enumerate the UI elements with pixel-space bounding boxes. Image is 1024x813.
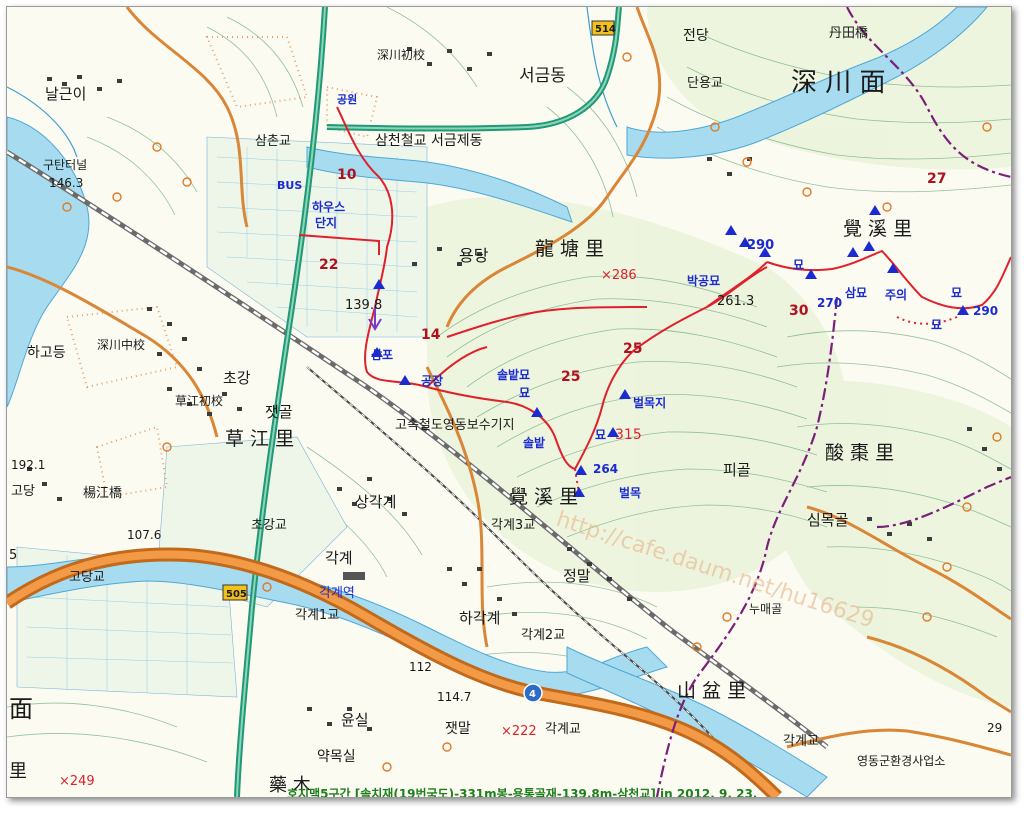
shield-4-label: 4 [529, 689, 536, 700]
height-label: ×222 [501, 724, 537, 739]
place-label: 酸 棗 里 [825, 442, 894, 464]
place-label: 각계3교 [491, 518, 535, 533]
place-label: 龍 塘 里 [535, 238, 604, 260]
place-label: 초강 [223, 369, 251, 387]
route-label: 묘 [519, 386, 530, 400]
place-label: 삼촌교 [255, 134, 291, 149]
height-label: ×249 [59, 774, 95, 789]
place-label: 각계교 [783, 734, 819, 749]
place-label: 구탄터널 [43, 158, 87, 172]
place-label: 누매골 [749, 602, 782, 616]
elevation-label: 146.3 [49, 176, 83, 190]
place-label: 深川初校 [377, 47, 425, 62]
place-label: 深川中校 [97, 337, 145, 352]
place-label: 각계1교 [295, 608, 339, 623]
route-label: 삼포 [371, 347, 393, 362]
elevation-label: 192.1 [11, 458, 45, 472]
place-label: 하각계 [459, 609, 500, 627]
place-label: 각계2교 [521, 628, 565, 643]
place-label: 고당 [11, 484, 35, 499]
shield-514-label: 514 [595, 24, 616, 35]
route-label: BUS [277, 179, 302, 192]
height-label: ×286 [601, 268, 637, 283]
map-canvas: 날근이 深川初校 서금동 전당 단용교 丹田橋 深 川 面 삼촌교 삼천철교 서… [7, 7, 1011, 797]
place-label: 잿말 [445, 721, 471, 737]
place-label: 영동군환경사업소 [857, 754, 945, 768]
route-label: 솔밭 [497, 367, 519, 382]
place-label: 草 江 里 [225, 428, 294, 450]
place-label: 각계 [325, 549, 353, 567]
distance-label: 25 [561, 369, 580, 385]
place-label: 잿골 [265, 403, 293, 421]
distance-label: 27 [927, 171, 946, 187]
place-label: 상각계 [355, 493, 396, 511]
route-label: 290 [973, 304, 998, 318]
place-label: 覺 溪 里 [509, 486, 578, 508]
route-label: 삼묘 [845, 285, 867, 300]
distance-label: 25 [623, 341, 642, 357]
place-label: 楊江橋 [83, 485, 122, 501]
place-label: 단용교 [687, 76, 723, 91]
shield-505-label: 505 [226, 589, 247, 600]
elevation-label: 107.6 [127, 528, 161, 542]
place-label: 5 [9, 548, 17, 563]
place-label: 각계교 [545, 722, 581, 737]
route-label: 박공묘 [687, 273, 720, 288]
place-label: 草江初校 [175, 393, 223, 408]
map-caption: 호지맥5구간 [솔치재(19번국도)-331m봉-용통골재-139.8m-삼천교… [287, 787, 758, 798]
place-label: 윤실 [341, 711, 369, 729]
place-label: 山 盆 里 [677, 680, 746, 702]
route-label: 하우스 [312, 199, 345, 214]
place-label: 삼천철교 서금제동 [375, 133, 483, 149]
topographic-map[interactable]: 날근이 深川初校 서금동 전당 단용교 丹田橋 深 川 面 삼촌교 삼천철교 서… [6, 6, 1012, 798]
place-label: 고속철도영동보수기지 [395, 418, 515, 433]
route-label: 주의 [885, 287, 907, 302]
place-label: 丹田橋 [829, 26, 868, 41]
place-label: 深 川 面 [791, 68, 886, 98]
route-label: 벌목 [619, 485, 641, 500]
place-label: 초강교 [251, 518, 287, 533]
place-label: 面 [9, 695, 33, 723]
place-label: 날근이 [45, 85, 86, 103]
place-label: 覺 溪 里 [843, 218, 912, 240]
place-label: 정말 [563, 567, 591, 585]
route-label: 묘 [793, 258, 804, 272]
place-label: 약목실 [317, 749, 356, 765]
route-label: 묘 [595, 428, 606, 442]
elevation-label: 261.3 [717, 294, 754, 309]
distance-label: 10 [337, 167, 357, 183]
route-label: 공원 [337, 92, 357, 106]
route-label: 270 [817, 296, 842, 310]
elevation-label: 139.8 [345, 298, 382, 313]
place-label: 전당 [683, 28, 709, 44]
route-label: 묘 [519, 368, 530, 382]
place-label: 고당교 [69, 570, 105, 585]
distance-label: 14 [421, 327, 441, 343]
place-label: 피골 [723, 461, 751, 479]
elevation-label: 112 [409, 660, 432, 674]
route-label: 벌목지 [633, 395, 666, 410]
route-label: 264 [593, 462, 618, 476]
place-label: 里 [9, 761, 27, 782]
distance-label: 30 [789, 303, 809, 319]
route-label: 솔밭 [523, 435, 545, 450]
route-label: 공장 [421, 374, 443, 388]
distance-label: 22 [319, 257, 338, 273]
route-label: 묘 [951, 286, 962, 300]
route-label: 290 [747, 238, 774, 253]
route-label: 단지 [315, 215, 337, 230]
place-label: 서금동 [519, 66, 566, 86]
route-label: 묘 [931, 318, 942, 332]
place-label: 하고등 [27, 345, 66, 361]
station-icon [343, 572, 365, 580]
height-label: 315 [615, 427, 642, 443]
elevation-label: 29 [987, 721, 1002, 735]
place-label: 심목골 [807, 511, 848, 529]
image-frame: 날근이 深川初校 서금동 전당 단용교 丹田橋 深 川 面 삼촌교 삼천철교 서… [0, 0, 1024, 813]
station-label: 각계역 [319, 586, 355, 601]
elevation-label: 114.7 [437, 690, 471, 704]
place-label: 용당 [459, 246, 489, 265]
